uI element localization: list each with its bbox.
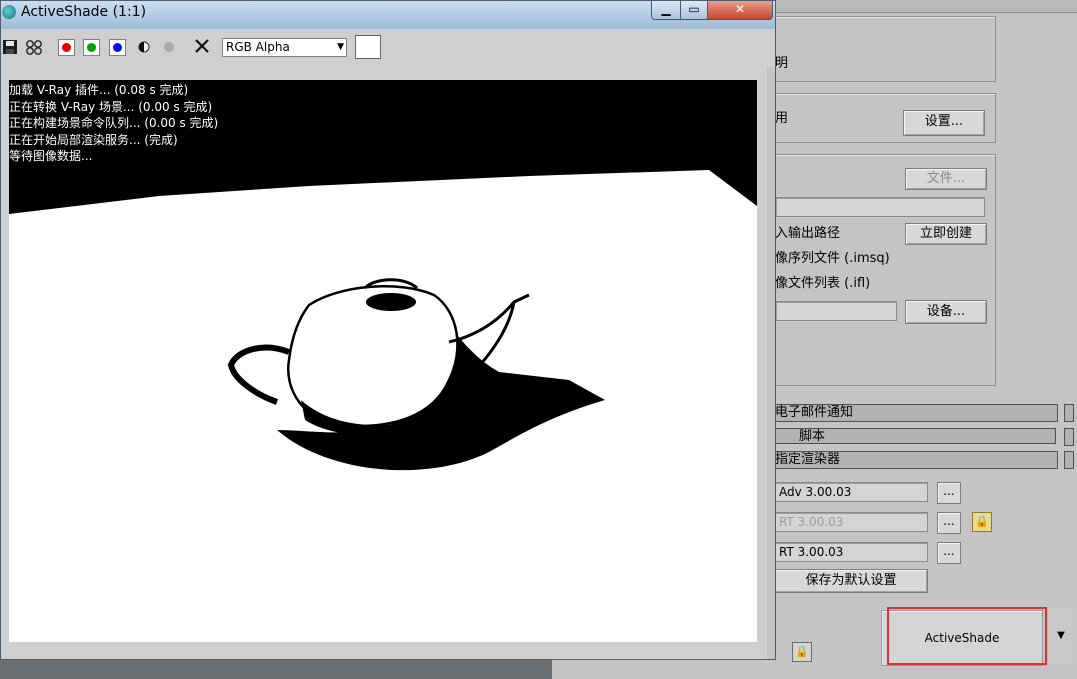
toolbar [1,29,775,68]
setup-button[interactable]: 设置... [903,110,985,136]
group-label-2: 用 [775,111,789,126]
mono-icon[interactable] [162,39,178,55]
minimize-button[interactable]: ▁ [651,1,681,20]
activeshade-window: ActiveShade (1:1) ▁ ▭ ✕ RGB Alpha ▼ 加载 V… [0,0,776,660]
green-dot-icon [87,43,96,52]
device-field[interactable] [775,301,897,321]
log-line: 正在开始局部渲染服务... (完成) [9,132,178,147]
create-now-button[interactable]: 立即创建 [905,223,987,245]
production-renderer-browse[interactable]: ... [937,482,961,504]
save-icon[interactable] [2,39,18,55]
red-channel-toggle[interactable] [58,39,75,56]
alpha-icon[interactable] [137,39,153,55]
production-renderer-field: Adv 3.00.03 [774,482,928,502]
preset-lock-icon[interactable]: 🔒 [792,642,812,662]
log-line: 加载 V-Ray 插件... (0.08 s 完成) [9,83,189,97]
output-path-label: 入输出路径 [775,226,841,241]
rollout-script-sq [1064,428,1074,446]
log-line: 正在构建场景命令队列... (0.00 s 完成) [9,116,219,130]
lock-icon[interactable]: 🔒 [972,512,992,532]
channel-select[interactable]: RGB Alpha ▼ [222,38,347,57]
log-line: 正在转换 V-Ray 场景... (0.00 s 完成) [9,99,213,114]
color-swatch[interactable] [355,35,381,59]
material-renderer-field: RT 3.00.03 [774,512,928,532]
group-box-1: 明 [774,16,996,82]
rollout-email-sq [1064,404,1074,422]
ifl-option[interactable]: 像文件列表 (.ifl) [775,275,870,293]
activeshade-renderer-browse[interactable]: ... [937,542,961,564]
close-button[interactable]: ✕ [707,1,773,20]
red-dot-icon [62,43,71,52]
group-box-2: 用 设置... [774,93,996,143]
window-title: ActiveShade (1:1) [21,4,147,20]
blue-channel-toggle[interactable] [109,39,126,56]
app-icon [2,5,16,19]
activeshade-dropdown-arrow[interactable]: ▼ [1049,608,1073,664]
file-button[interactable]: 文件... [905,168,987,190]
save-default-button[interactable]: 保存为默认设置 [774,569,928,593]
group-label-1: 明 [775,56,789,71]
activeshade-renderer-field: RT 3.00.03 [774,542,928,562]
green-channel-toggle[interactable] [83,39,100,56]
rollout-renderer-sq [1064,451,1074,469]
imsq-option[interactable]: 像序列文件 (.imsq) [775,250,890,268]
output-group: 文件... 入输出路径 立即创建 像序列文件 (.imsq) 像文件列表 (.i… [774,154,996,386]
render-view[interactable]: 加载 V-Ray 插件... (0.08 s 完成) 正在转换 V-Ray 场景… [9,80,757,642]
channel-select-value: RGB Alpha [226,40,290,54]
render-log: 加载 V-Ray 插件... (0.08 s 完成) 正在转换 V-Ray 场景… [9,82,218,165]
rollout-email[interactable]: 电子邮件通知 [774,404,1058,422]
scrollbar[interactable] [767,67,775,659]
device-button[interactable]: 设备... [905,300,987,324]
material-renderer-browse[interactable]: ... [937,512,961,534]
rollout-script[interactable]: 脚本 [774,428,1056,444]
chevron-down-icon: ▼ [337,42,344,52]
rollout-renderer[interactable]: 指定渲染器 [774,451,1058,469]
title-bar[interactable]: ActiveShade (1:1) ▁ ▭ ✕ [1,1,775,29]
blue-dot-icon [113,43,122,52]
clone-icon[interactable] [25,39,42,55]
output-path-field[interactable] [775,197,985,217]
maximize-button[interactable]: ▭ [680,1,708,20]
highlight-box [887,607,1047,665]
clear-icon[interactable] [193,37,209,53]
log-line: 等待图像数据... [9,149,93,163]
